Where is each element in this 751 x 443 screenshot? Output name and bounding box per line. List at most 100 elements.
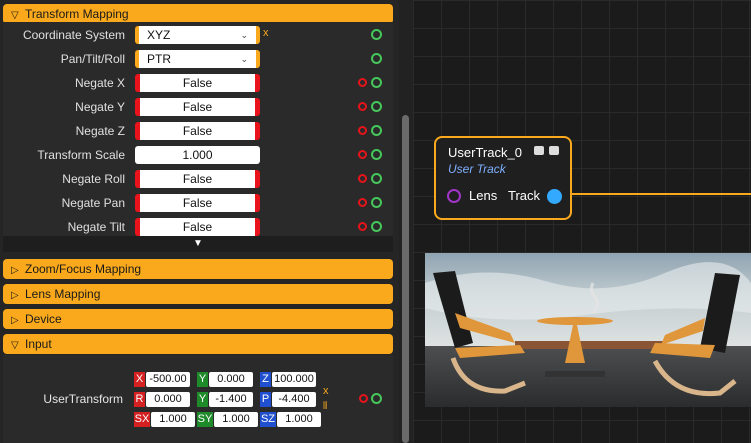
camera-icon[interactable] bbox=[534, 146, 544, 155]
link-pin-icon[interactable] bbox=[371, 149, 382, 160]
link-icon[interactable]: ⫴ bbox=[323, 401, 327, 412]
property-value: PTR bbox=[147, 52, 171, 66]
lens-input-pin[interactable] bbox=[447, 189, 461, 203]
section-title: Transform Mapping bbox=[25, 7, 129, 21]
unlink-pin-icon[interactable] bbox=[358, 174, 367, 183]
link-pin-icon[interactable] bbox=[371, 197, 382, 208]
node-title: UserTrack_0 bbox=[448, 145, 522, 160]
link-pin-icon[interactable] bbox=[371, 53, 382, 64]
input-body: UserTransform X -500.00 Y 0.000 Z 100.000 R 0.0… bbox=[3, 355, 393, 443]
unlink-pin-icon[interactable] bbox=[358, 126, 367, 135]
property-label: Pan/Tilt/Roll bbox=[60, 52, 125, 66]
unlink-pin-icon[interactable] bbox=[358, 222, 367, 231]
link-pin-icon[interactable] bbox=[371, 221, 382, 232]
chevron-down-icon: ▽ bbox=[11, 340, 19, 351]
component-value-input[interactable]: -4.400 bbox=[272, 392, 316, 407]
component-value-input[interactable]: 0.000 bbox=[146, 392, 190, 407]
track-pin-label: Track bbox=[508, 188, 541, 203]
transform-component: SX 1.000 bbox=[134, 412, 196, 427]
reset-icon[interactable]: x bbox=[263, 27, 269, 39]
track-output-pin[interactable] bbox=[547, 189, 562, 204]
chevron-right-icon: ▷ bbox=[11, 290, 19, 301]
property-row: Negate Pan False bbox=[3, 192, 393, 214]
transform-component: SZ 1.000 bbox=[260, 412, 322, 427]
property-row: Negate Y False bbox=[3, 96, 393, 118]
chevron-right-icon: ▷ bbox=[11, 315, 19, 326]
component-tag: Y bbox=[197, 372, 208, 387]
unlink-pin-icon[interactable] bbox=[359, 394, 368, 403]
properties-panel: ▽ Transform Mapping Coordinate System XYZ ⌄… bbox=[0, 0, 413, 443]
link-pin-icon[interactable] bbox=[371, 173, 382, 184]
section-lens-mapping[interactable]: ▷ Lens Mapping bbox=[3, 284, 393, 304]
property-value: False bbox=[182, 124, 213, 138]
property-toggle[interactable]: False bbox=[135, 98, 260, 116]
link-pin-icon[interactable] bbox=[371, 77, 382, 88]
property-label: Coordinate System bbox=[22, 28, 125, 42]
property-row: Negate Z False bbox=[3, 120, 393, 142]
section-input[interactable]: ▽ Input bbox=[3, 334, 393, 354]
property-number-input[interactable]: 1.000 bbox=[135, 146, 260, 164]
scrollbar-thumb[interactable] bbox=[402, 115, 409, 443]
property-value: False bbox=[182, 172, 213, 186]
track-wire bbox=[572, 193, 751, 195]
link-pin-icon[interactable] bbox=[371, 393, 382, 404]
property-value: False bbox=[182, 220, 213, 234]
preview-scene bbox=[425, 253, 751, 407]
unlink-pin-icon[interactable] bbox=[358, 198, 367, 207]
section-device[interactable]: ▷ Device bbox=[3, 309, 393, 329]
property-toggle[interactable]: False bbox=[135, 74, 260, 92]
component-tag: SX bbox=[134, 412, 150, 427]
monitor-icon[interactable] bbox=[549, 146, 559, 155]
section-title: Input bbox=[25, 337, 52, 351]
chevron-right-icon: ▷ bbox=[11, 265, 19, 276]
camera-preview bbox=[425, 253, 751, 407]
property-label: Transform Scale bbox=[37, 148, 125, 162]
expand-more-icon[interactable]: ▼ bbox=[3, 236, 393, 252]
property-label: Negate Y bbox=[75, 100, 125, 114]
chevron-down-icon: ⌄ bbox=[240, 30, 248, 40]
link-pin-icon[interactable] bbox=[371, 125, 382, 136]
section-transform-mapping[interactable]: ▽ Transform Mapping bbox=[3, 4, 393, 24]
property-toggle[interactable]: False bbox=[135, 218, 260, 236]
property-value: 1.000 bbox=[182, 148, 213, 162]
user-transform-label: UserTransform bbox=[43, 392, 123, 406]
property-toggle[interactable]: False bbox=[135, 194, 260, 212]
panel-scrollbar[interactable] bbox=[399, 0, 413, 443]
transform-component: Z 100.000 bbox=[260, 372, 317, 387]
unlink-pin-icon[interactable] bbox=[358, 102, 367, 111]
unlink-pin-icon[interactable] bbox=[358, 78, 367, 87]
property-dropdown[interactable]: XYZ ⌄ bbox=[135, 26, 260, 44]
component-tag: R bbox=[134, 392, 145, 407]
section-title: Device bbox=[25, 312, 62, 326]
transform-mapping-body: Coordinate System XYZ ⌄ x Pan/Tilt/Roll PTR ⌄ N… bbox=[3, 22, 393, 252]
component-value-input[interactable]: 0.000 bbox=[209, 372, 253, 387]
component-tag: Z bbox=[260, 372, 271, 387]
property-label: Negate Tilt bbox=[67, 220, 125, 234]
component-tag: P bbox=[260, 392, 271, 407]
section-title: Lens Mapping bbox=[25, 287, 101, 301]
property-toggle[interactable]: False bbox=[135, 170, 260, 188]
transform-component: P -4.400 bbox=[260, 392, 317, 407]
property-row: Transform Scale 1.000 bbox=[3, 144, 393, 166]
component-tag: SY bbox=[197, 412, 213, 427]
property-value: False bbox=[182, 76, 213, 90]
user-track-node[interactable]: UserTrack_0 User Track Lens Track bbox=[434, 136, 572, 220]
component-value-input[interactable]: 1.000 bbox=[214, 412, 258, 427]
component-value-input[interactable]: 100.000 bbox=[272, 372, 316, 387]
property-label: Negate X bbox=[74, 76, 125, 90]
component-value-input[interactable]: 1.000 bbox=[151, 412, 195, 427]
property-value: False bbox=[182, 196, 213, 210]
property-toggle[interactable]: False bbox=[135, 122, 260, 140]
reset-x-icon[interactable]: x bbox=[323, 385, 329, 397]
section-zoom-focus[interactable]: ▷ Zoom/Focus Mapping bbox=[3, 259, 393, 279]
component-value-input[interactable]: -1.400 bbox=[209, 392, 253, 407]
unlink-pin-icon[interactable] bbox=[358, 150, 367, 159]
component-value-input[interactable]: -500.00 bbox=[146, 372, 190, 387]
transform-component: Y 0.000 bbox=[197, 372, 254, 387]
link-pin-icon[interactable] bbox=[371, 101, 382, 112]
property-label: Negate Roll bbox=[62, 172, 125, 186]
property-dropdown[interactable]: PTR ⌄ bbox=[135, 50, 260, 68]
component-value-input[interactable]: 1.000 bbox=[277, 412, 321, 427]
link-pin-icon[interactable] bbox=[371, 29, 382, 40]
transform-component: X -500.00 bbox=[134, 372, 191, 387]
